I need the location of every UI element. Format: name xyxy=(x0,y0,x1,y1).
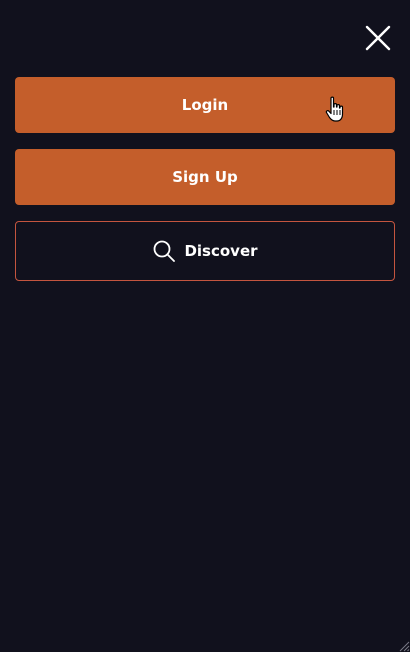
resize-grip-icon[interactable] xyxy=(398,640,410,652)
search-icon xyxy=(154,240,176,262)
close-button[interactable] xyxy=(362,22,394,54)
discover-button[interactable]: Discover xyxy=(15,221,395,281)
signup-button-label: Sign Up xyxy=(172,168,238,186)
discover-button-label: Discover xyxy=(184,242,258,260)
signup-button[interactable]: Sign Up xyxy=(15,149,395,205)
close-icon xyxy=(365,25,391,51)
login-button[interactable]: Login xyxy=(15,77,395,133)
login-button-label: Login xyxy=(181,96,229,114)
